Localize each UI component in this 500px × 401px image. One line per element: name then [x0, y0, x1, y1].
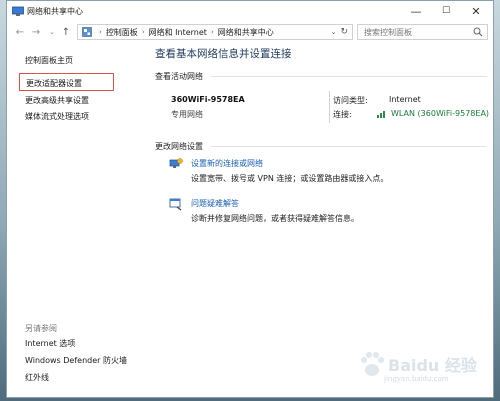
- active-networks-heading: 查看活动网络: [155, 72, 203, 81]
- troubleshoot-problems-description: 诊断并修复网络问题，或者获得疑难解答信息。: [191, 214, 359, 223]
- refresh-icon[interactable]: ↻: [340, 27, 348, 37]
- section-divider: [211, 146, 487, 147]
- address-bar[interactable]: › 控制面板 › 网络和 Internet › 网络和共享中心 ⌄ ↻: [77, 24, 353, 40]
- navigation-toolbar: ← → ⌄ ↑ › 控制面板 › 网络和 Internet › 网络和共享中心 …: [7, 21, 493, 43]
- see-also-internet-options[interactable]: Internet 选项: [25, 338, 75, 349]
- sidebar-item-advanced-sharing-settings[interactable]: 更改高级共享设置: [25, 95, 89, 106]
- network-setup-icon: [169, 158, 183, 168]
- breadcrumb-control-panel[interactable]: 控制面板: [106, 27, 138, 38]
- troubleshoot-icon: [169, 198, 182, 211]
- watermark-text: Baidu 经验: [388, 356, 477, 375]
- troubleshoot-problems-link[interactable]: 问题疑难解答: [191, 198, 239, 209]
- section-divider: [211, 76, 487, 77]
- close-button[interactable]: ✕: [461, 1, 491, 21]
- sidebar-item-change-adapter-settings[interactable]: 更改适配器设置: [19, 73, 114, 91]
- address-dropdown-chevron-icon[interactable]: ⌄: [331, 28, 337, 36]
- network-name: 360WiFi-9578EA: [171, 95, 245, 104]
- connection-link[interactable]: WLAN (360WiFi-9578EA): [377, 109, 489, 118]
- breadcrumb-separator-icon: ›: [99, 28, 102, 36]
- wifi-signal-icon: [377, 111, 385, 118]
- up-arrow-icon[interactable]: ↑: [59, 25, 73, 39]
- network-type-link[interactable]: 专用网络: [171, 109, 203, 120]
- minimize-button[interactable]: —: [401, 1, 431, 21]
- setup-new-connection-description: 设置宽带、拨号或 VPN 连接；或设置路由器或接入点。: [191, 174, 389, 183]
- control-panel-icon: [82, 27, 92, 37]
- see-also-infrared[interactable]: 红外线: [25, 372, 49, 383]
- access-type-label: 访问类型:: [333, 96, 368, 105]
- network-sharing-center-window: 网络和共享中心 — ☐ ✕ ← → ⌄ ↑ › 控制面板 › 网络和 Inter…: [6, 0, 494, 398]
- network-window-icon: [12, 6, 24, 16]
- search-input[interactable]: [357, 24, 488, 40]
- change-network-settings-heading: 更改网络设置: [155, 142, 203, 151]
- watermark-url: jingyan.baidu.com: [384, 375, 449, 383]
- back-arrow-icon[interactable]: ←: [13, 25, 27, 39]
- connection-value[interactable]: WLAN (360WiFi-9578EA): [391, 109, 489, 118]
- search-icon[interactable]: [473, 27, 483, 37]
- recent-locations-chevron-icon[interactable]: ⌄: [45, 25, 59, 39]
- breadcrumb-separator-icon: ›: [210, 28, 214, 36]
- breadcrumb-network-sharing-center[interactable]: 网络和共享中心: [218, 27, 274, 38]
- breadcrumb-network-internet[interactable]: 网络和 Internet: [149, 27, 207, 38]
- page-title: 查看基本网络信息并设置连接: [155, 48, 292, 60]
- network-info-divider: [329, 91, 330, 123]
- access-type-value: Internet: [389, 95, 421, 104]
- connections-label: 连接:: [333, 110, 352, 119]
- sidebar-item-control-panel-home[interactable]: 控制面板主页: [25, 55, 73, 66]
- see-also-heading: 另请参阅: [25, 324, 57, 333]
- sidebar-item-media-streaming-options[interactable]: 媒体流式处理选项: [25, 111, 89, 122]
- title-bar[interactable]: 网络和共享中心 — ☐ ✕: [7, 1, 493, 21]
- breadcrumb-separator-icon: ›: [141, 28, 145, 36]
- forward-arrow-icon[interactable]: →: [29, 25, 43, 39]
- see-also-windows-defender-firewall[interactable]: Windows Defender 防火墙: [25, 355, 127, 366]
- setup-new-connection-link[interactable]: 设置新的连接或网络: [191, 158, 263, 169]
- window-title: 网络和共享中心: [27, 7, 83, 16]
- maximize-button[interactable]: ☐: [431, 1, 461, 21]
